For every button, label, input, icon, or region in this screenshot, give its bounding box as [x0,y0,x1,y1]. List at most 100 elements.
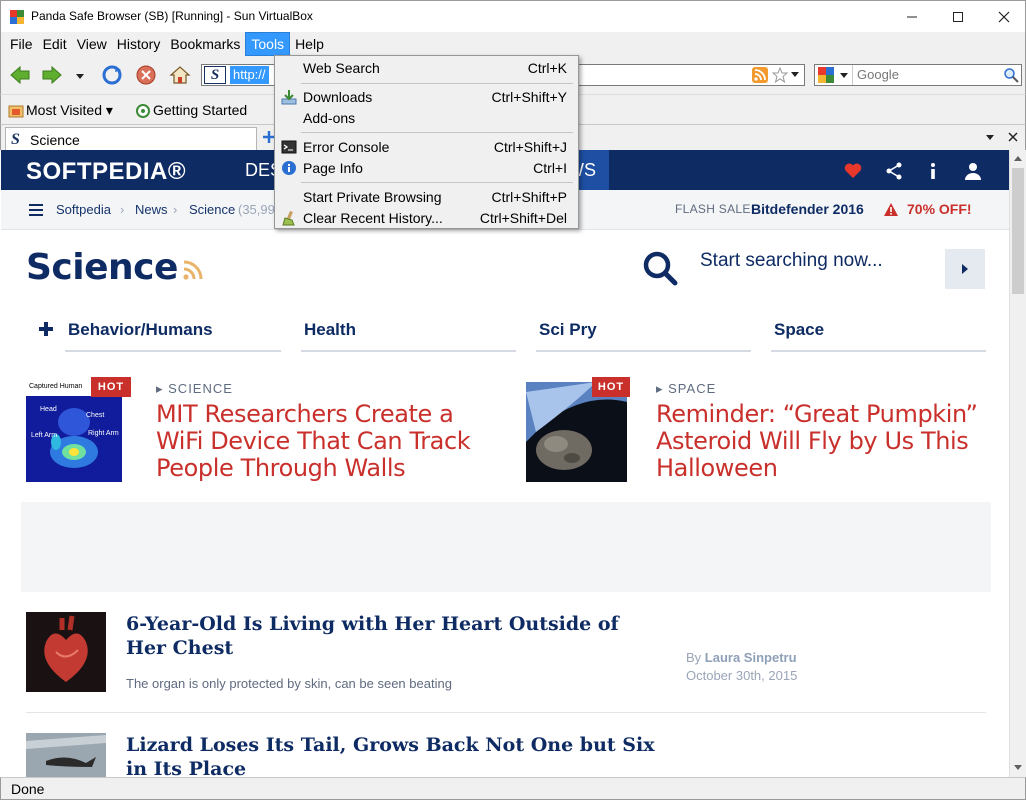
menu-item-add-ons[interactable]: Add-ons [275,108,578,128]
menu-item-label: Downloads [303,89,373,105]
close-button[interactable] [981,1,1026,32]
scroll-up-icon[interactable] [1013,154,1023,162]
tab-science[interactable]: S Science [5,127,257,151]
menu-item-shortcut: Ctrl+I [533,160,567,176]
download-icon [281,90,297,105]
search-box[interactable]: Google [814,64,1022,86]
plus-icon[interactable] [38,321,54,337]
menu-item-page-info[interactable]: Page Info Ctrl+I [275,158,578,178]
section-rss-icon[interactable] [182,259,204,281]
menu-file[interactable]: File [5,33,38,55]
article-title-lizard[interactable]: Lizard Loses Its Tail, Grows Back Not On… [126,733,656,777]
breadcrumb-count: (35,99 [238,202,275,217]
featured-kicker-space[interactable]: ▸ SPACE [656,381,716,397]
site-search-submit-button[interactable] [945,249,985,289]
featured-headline-wifi[interactable]: MIT Researchers Create a WiFi Device Tha… [156,401,496,482]
status-bar: Done [0,777,1026,800]
kicker-label: SCIENCE [168,381,233,396]
category-space[interactable]: Space [774,320,824,340]
stop-icon[interactable] [135,64,157,86]
menu-item-label: Add-ons [303,110,356,126]
flash-sale-deal[interactable]: Bitdefender 2016 [751,201,864,217]
scrollbar-thumb[interactable] [1012,168,1024,294]
flash-sale-discount[interactable]: 70% OFF! [907,201,972,217]
category-sci-pry[interactable]: Sci Pry [539,320,597,340]
menu-tools[interactable]: Tools [245,32,291,56]
menu-help[interactable]: Help [290,33,329,55]
menu-bar: File Edit View History Bookmarks Tools H… [0,32,1026,56]
minimize-icon [907,16,917,17]
minimize-button[interactable] [889,1,935,32]
share-icon[interactable] [884,161,904,181]
site-search-icon[interactable] [642,250,678,286]
bookmark-most-visited[interactable]: Most Visited ▾ [26,102,113,119]
category-health[interactable]: Health [304,320,356,340]
search-magnifier-icon[interactable] [1003,67,1019,83]
forward-arrow-icon[interactable] [41,64,63,86]
menu-item-shortcut: Ctrl+K [527,60,567,76]
tab-list-dropdown-icon[interactable] [985,134,995,142]
warning-icon [884,203,898,216]
vertical-scrollbar[interactable] [1009,150,1026,777]
console-icon [281,140,297,154]
article-thumbnail-heart[interactable] [26,612,106,692]
menu-edit[interactable]: Edit [38,33,72,55]
menu-history[interactable]: History [112,33,166,55]
bookmark-getting-started[interactable]: Getting Started [153,102,247,118]
reload-icon[interactable] [101,64,123,86]
menu-view[interactable]: View [72,33,112,55]
menu-item-web-search[interactable]: Web Search Ctrl+K [275,58,578,78]
getting-started-icon [136,104,150,118]
article-date: October 30th, 2015 [686,668,798,683]
menu-separator [301,83,573,84]
category-behavior-humans[interactable]: Behavior/Humans [68,320,213,340]
featured-thumbnail-wifi[interactable]: Captured Human Head Chest Left Arm Right… [26,382,122,482]
bookmark-star-icon[interactable] [772,67,788,83]
thumbnail-label-right-arm: Right Arm [88,430,119,437]
user-account-icon[interactable] [963,161,983,181]
home-icon[interactable] [169,64,191,86]
page-title: Science [26,247,178,288]
softpedia-logo[interactable]: SOFTPEDIA® [26,158,186,186]
back-arrow-icon[interactable] [9,64,31,86]
chevron-right-icon [962,264,968,274]
menu-item-error-console[interactable]: Error Console Ctrl+Shift+J [275,137,578,157]
history-dropdown-icon[interactable] [73,64,87,86]
hamburger-menu-icon[interactable] [29,204,43,216]
menu-item-clear-history[interactable]: Clear Recent History... Ctrl+Shift+Del [275,208,578,228]
featured-kicker-science[interactable]: ▸ SCIENCE [156,381,233,397]
rss-feed-icon[interactable] [752,67,768,83]
tools-dropdown-menu: Web Search Ctrl+K Downloads Ctrl+Shift+Y… [274,55,579,229]
status-text: Done [11,781,45,797]
search-engine-selector[interactable] [815,65,853,85]
menu-item-downloads[interactable]: Downloads Ctrl+Shift+Y [275,87,578,107]
site-search-input[interactable]: Start searching now... [700,250,883,272]
url-dropdown-icon[interactable] [790,71,800,79]
article-divider [26,712,986,713]
address-bar-text[interactable]: http:// [230,66,269,84]
maximize-button[interactable] [935,1,981,32]
menu-item-label: Error Console [303,139,390,155]
advertisement-slot [21,502,991,592]
menu-bookmarks[interactable]: Bookmarks [165,33,245,55]
article-author[interactable]: Laura Sinpetru [705,650,797,665]
featured-headline-asteroid[interactable]: Reminder: “Great Pumpkin” Asteroid Will … [656,401,986,482]
info-icon[interactable] [923,161,943,181]
breadcrumb-news[interactable]: News [135,202,168,217]
category-underline [301,350,516,352]
tab-label: Science [30,132,80,148]
close-tab-icon[interactable] [1007,131,1019,143]
heart-icon[interactable] [843,161,863,181]
breadcrumb-science[interactable]: Science [189,202,235,217]
article-thumbnail-lizard[interactable] [26,733,106,777]
featured-thumbnail-asteroid[interactable] [526,382,627,482]
breadcrumb-softpedia[interactable]: Softpedia [56,202,111,217]
scroll-down-icon[interactable] [1013,764,1023,772]
info-icon [282,161,296,175]
menu-item-private-browsing[interactable]: Start Private Browsing Ctrl+Shift+P [275,187,578,207]
hot-badge: HOT [91,377,131,397]
byline-prefix: By [686,650,702,665]
category-underline [65,350,281,352]
window-titlebar: Panda Safe Browser (SB) [Running] - Sun … [0,0,1026,32]
article-title-heart[interactable]: 6-Year-Old Is Living with Her Heart Outs… [126,612,626,660]
